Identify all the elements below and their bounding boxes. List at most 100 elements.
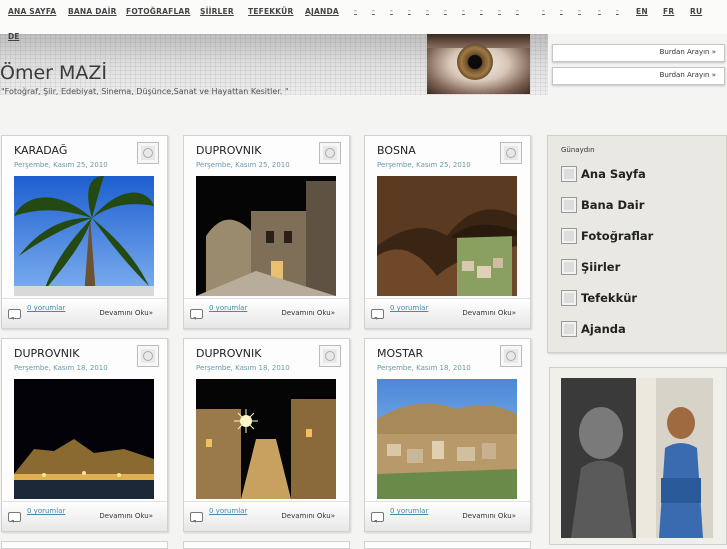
sidebar-item-bana-dair[interactable]: Bana Dair — [561, 197, 721, 215]
comments-link[interactable]: 0 yorumlar — [27, 304, 65, 312]
nav-empty-link[interactable]: - — [372, 6, 375, 15]
sidebar-item-tefekkur[interactable]: Tefekkür — [561, 290, 721, 308]
post-title[interactable]: DUPROVNIK — [196, 144, 261, 157]
menu-bullet-icon — [561, 259, 577, 275]
comments-link[interactable]: 0 yorumlar — [27, 507, 65, 515]
stamp-icon — [137, 345, 159, 367]
post-title[interactable]: DUPROVNIK — [196, 347, 261, 360]
comment-icon — [8, 309, 21, 320]
nav-empty-link[interactable]: - — [542, 6, 545, 15]
nav-empty-link[interactable]: - — [598, 6, 601, 15]
call-button[interactable]: Burdan Arayın » — [552, 67, 725, 85]
read-more-link[interactable]: Devamını Oku» — [462, 309, 516, 317]
sidebar-item-label: Ajanda — [581, 322, 626, 336]
top-navigation: ANA SAYFA BANA DAİR FOTOĞRAFLAR ŞİİRLER … — [0, 0, 727, 34]
read-more-link[interactable]: Devamını Oku» — [99, 512, 153, 520]
post-date: Perşembe, Kasım 18, 2010 — [377, 364, 471, 372]
post-title[interactable]: BOSNA — [377, 144, 416, 157]
comment-icon — [190, 309, 203, 320]
nav-empty-link[interactable]: - — [616, 6, 619, 15]
comment-icon — [8, 512, 21, 523]
nav-ana-sayfa[interactable]: ANA SAYFA — [8, 7, 56, 16]
post-photo-night-street[interactable] — [196, 379, 336, 499]
comment-icon — [371, 309, 384, 320]
post-date: Perşembe, Kasım 25, 2010 — [196, 161, 290, 169]
site-title[interactable]: Ömer MAZİ — [0, 62, 107, 84]
nav-empty-link[interactable]: - — [390, 6, 393, 15]
sidebar-item-label: Tefekkür — [581, 291, 638, 305]
nav-fotograflar[interactable]: FOTOĞRAFLAR — [126, 7, 190, 16]
post-date: Perşembe, Kasım 18, 2010 — [14, 364, 108, 372]
sidebar-item-fotograflar[interactable]: Fotoğraflar — [561, 228, 721, 246]
call-button-label: Burdan Arayın » — [659, 48, 716, 56]
post-footer: 0 yorumlar Devamını Oku» — [2, 298, 167, 328]
nav-empty-link[interactable]: - — [560, 6, 563, 15]
menu-bullet-icon — [561, 321, 577, 337]
site-tagline: "Fotoğraf, Şiir, Edebiyat, Sinema, Düşün… — [1, 87, 289, 96]
post-footer: 0 yorumlar Devamını Oku» — [184, 298, 349, 328]
read-more-link[interactable]: Devamını Oku» — [281, 309, 335, 317]
sidebar-item-siirler[interactable]: Şiirler — [561, 259, 721, 277]
post-footer: 0 yorumlar Devamını Oku» — [184, 501, 349, 531]
call-button-label: Burdan Arayın » — [659, 71, 716, 79]
nav-empty-link[interactable]: - — [408, 6, 411, 15]
comments-link[interactable]: 0 yorumlar — [209, 304, 247, 312]
post-photo-cave-view[interactable] — [377, 176, 517, 296]
read-more-link[interactable]: Devamını Oku» — [281, 512, 335, 520]
post-card: MOSTAR Perşembe, Kasım 18, 2010 0 yoruml… — [364, 338, 531, 532]
nav-empty-link[interactable]: - — [516, 6, 519, 15]
lang-de[interactable]: DE — [8, 32, 19, 41]
comments-link[interactable]: 0 yorumlar — [390, 304, 428, 312]
lang-ru[interactable]: RU — [690, 7, 702, 16]
lang-en[interactable]: EN — [636, 7, 648, 16]
post-date: Perşembe, Kasım 25, 2010 — [14, 161, 108, 169]
sidebar-item-label: Fotoğraflar — [581, 229, 654, 243]
nav-empty-link[interactable]: - — [462, 6, 465, 15]
nav-siirler[interactable]: ŞİİRLER — [200, 7, 234, 16]
sidebar-photo[interactable] — [561, 378, 713, 538]
stamp-icon — [137, 142, 159, 164]
stamp-icon — [319, 142, 341, 164]
nav-empty-link[interactable]: - — [426, 6, 429, 15]
comment-icon — [371, 512, 384, 523]
site-header: DE Ömer MAZİ "Fotoğraf, Şiir, Edebiyat, … — [0, 32, 548, 96]
lang-fr[interactable]: FR — [663, 7, 674, 16]
comment-icon — [190, 512, 203, 523]
post-title[interactable]: DUPROVNIK — [14, 347, 79, 360]
nav-empty-link[interactable]: - — [354, 6, 357, 15]
call-button[interactable]: Burdan Arayın » — [552, 44, 725, 62]
stamp-icon — [500, 142, 522, 164]
post-title[interactable]: MOSTAR — [377, 347, 423, 360]
nav-ajanda[interactable]: AJANDA — [305, 7, 339, 16]
menu-bullet-icon — [561, 228, 577, 244]
nav-bana-dair[interactable]: BANA DAİR — [68, 7, 117, 16]
sidebar-item-ajanda[interactable]: Ajanda — [561, 321, 721, 339]
sidebar-item-ana-sayfa[interactable]: Ana Sayfa — [561, 166, 721, 184]
post-card: DUPROVNIK Perşembe, Kasım 18, 2010 0 yor… — [183, 338, 350, 532]
post-photo-palm[interactable] — [14, 176, 154, 296]
post-photo-night-harbor[interactable] — [14, 379, 154, 499]
nav-empty-link[interactable]: - — [480, 6, 483, 15]
post-card: DUPROVNIK Perşembe, Kasım 25, 2010 0 yor… — [183, 135, 350, 329]
comments-link[interactable]: 0 yorumlar — [209, 507, 247, 515]
nav-empty-link[interactable]: - — [578, 6, 581, 15]
post-footer: 0 yorumlar Devamını Oku» — [365, 298, 530, 328]
menu-bullet-icon — [561, 166, 577, 182]
greeting-text: Günaydın — [561, 146, 595, 154]
post-date: Perşembe, Kasım 25, 2010 — [377, 161, 471, 169]
read-more-link[interactable]: Devamını Oku» — [99, 309, 153, 317]
post-card: DUPROVNIK Perşembe, Kasım 18, 2010 0 yor… — [1, 338, 168, 532]
nav-empty-link[interactable]: - — [498, 6, 501, 15]
post-title[interactable]: KARADAĞ — [14, 144, 67, 157]
nav-empty-link[interactable]: - — [444, 6, 447, 15]
nav-tefekkur[interactable]: TEFEKKÜR — [248, 7, 293, 16]
sidebar-menu: Günaydın Ana Sayfa Bana Dair Fotoğraflar… — [547, 135, 727, 353]
sidebar-item-label: Bana Dair — [581, 198, 645, 212]
post-photo-stone-building[interactable] — [196, 176, 336, 296]
comments-link[interactable]: 0 yorumlar — [390, 507, 428, 515]
sidebar-item-label: Şiirler — [581, 260, 621, 274]
read-more-link[interactable]: Devamını Oku» — [462, 512, 516, 520]
post-photo-town-view[interactable] — [377, 379, 517, 499]
post-card-partial — [1, 541, 168, 549]
post-date: Perşembe, Kasım 18, 2010 — [196, 364, 290, 372]
